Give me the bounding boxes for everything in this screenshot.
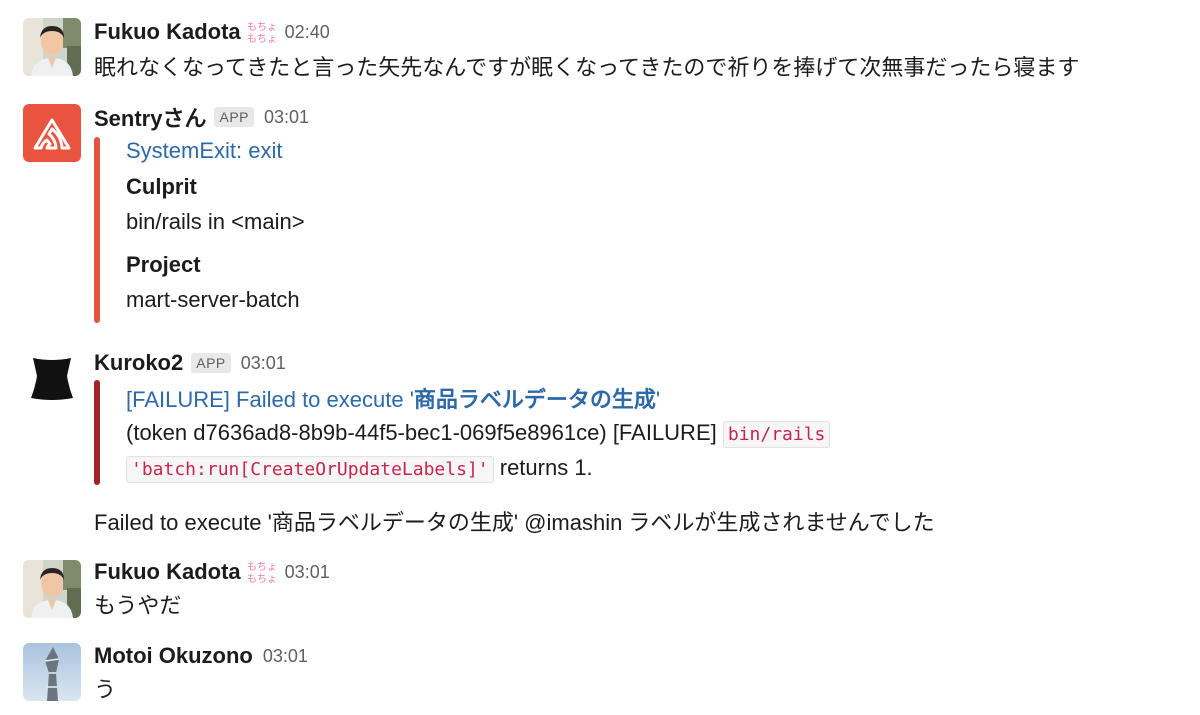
author-name[interactable]: Sentryさん <box>94 101 206 133</box>
message-header: Motoi Okuzono 03:01 <box>94 641 308 671</box>
attachment-title-link[interactable]: [FAILURE] Failed to execute '商品ラベルデータの生成… <box>126 382 660 414</box>
app-badge: APP <box>191 353 231 373</box>
attachment-kuroko2: [FAILURE] Failed to execute '商品ラベルデータの生成… <box>94 380 831 485</box>
author-name[interactable]: Fukuo Kadota <box>94 559 241 585</box>
message-header: Kuroko2 APP 03:01 <box>94 348 286 378</box>
svg-text:もちょ: もちょ <box>247 21 275 33</box>
timestamp[interactable]: 03:01 <box>241 353 286 374</box>
message-text: もうやだ <box>94 593 182 618</box>
message-text: Failed to execute '商品ラベルデータの生成' @imashin… <box>94 510 935 535</box>
avatar-motoi[interactable] <box>23 643 81 701</box>
title-prefix: [FAILURE] Failed to execute ' <box>126 387 414 412</box>
title-job-name: 商品ラベルデータの生成 <box>413 387 656 412</box>
author-name[interactable]: Fukuo Kadota <box>94 19 241 45</box>
returns-text: returns 1. <box>493 455 593 480</box>
svg-text:もちょ: もちょ <box>247 33 275 45</box>
avatar-fukuo[interactable] <box>23 18 81 76</box>
attachment-title-link[interactable]: SystemExit: exit <box>126 138 282 164</box>
attachment-text-line2: 'batch:run[CreateOrUpdateLabels]' return… <box>126 455 593 483</box>
person-photo-icon <box>23 18 81 76</box>
message-text: 眠れなくなってきたと言った矢先なんですが眠くなってきたので祈りを捧げて次無事だっ… <box>94 55 1080 80</box>
tower-photo-icon <box>23 643 81 701</box>
mochi-status-emoji-icon[interactable]: もちょ もちょ <box>247 19 277 45</box>
inline-code: bin/rails <box>722 421 831 448</box>
svg-text:もちょ: もちょ <box>247 573 275 585</box>
app-badge: APP <box>214 107 254 127</box>
timestamp[interactable]: 02:40 <box>285 22 330 43</box>
message-header: Sentryさん APP 03:01 <box>94 102 309 132</box>
message-header: Fukuo Kadota もちょ もちょ 02:40 <box>94 17 330 47</box>
sentry-logo-icon[interactable] <box>23 104 81 162</box>
field-value-project: mart-server-batch <box>126 287 300 312</box>
author-name[interactable]: Kuroko2 <box>94 350 183 376</box>
message-header: Fukuo Kadota もちょ もちょ 03:01 <box>94 557 330 587</box>
author-name[interactable]: Motoi Okuzono <box>94 643 253 669</box>
svg-text:もちょ: もちょ <box>247 561 275 573</box>
person-photo-icon <box>23 560 81 618</box>
timestamp[interactable]: 03:01 <box>263 646 308 667</box>
attachment-sentry: SystemExit: exit Culprit bin/rails in <m… <box>94 137 305 323</box>
token-text: (token d7636ad8-8b9b-44f5-bec1-069f5e896… <box>126 420 723 445</box>
field-title-culprit: Culprit <box>126 174 197 199</box>
message-text: う <box>94 677 117 702</box>
timestamp[interactable]: 03:01 <box>264 107 309 128</box>
attachment-text-line1: (token d7636ad8-8b9b-44f5-bec1-069f5e896… <box>126 420 831 448</box>
timestamp[interactable]: 03:01 <box>285 562 330 583</box>
inline-code: 'batch:run[CreateOrUpdateLabels]' <box>126 456 494 483</box>
mochi-status-emoji-icon[interactable]: もちょ もちょ <box>247 559 277 585</box>
field-value-culprit: bin/rails in <main> <box>126 209 305 234</box>
title-suffix: ' <box>655 387 661 412</box>
avatar-fukuo[interactable] <box>23 560 81 618</box>
field-title-project: Project <box>126 252 201 277</box>
kuroko-icon[interactable] <box>23 350 81 408</box>
